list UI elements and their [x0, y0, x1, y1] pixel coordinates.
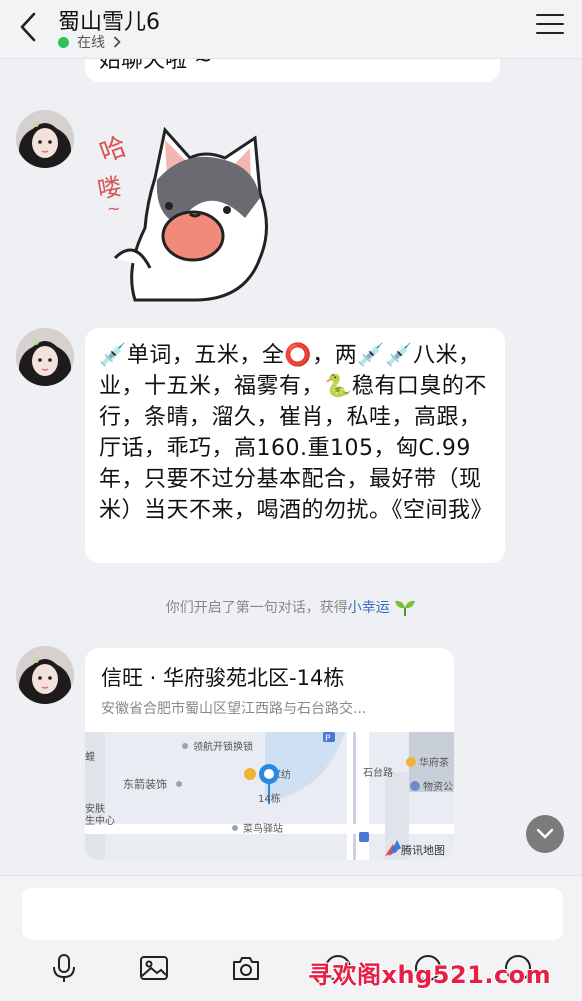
map-label-pin: 14栋: [258, 792, 281, 805]
microphone-icon[interactable]: [48, 952, 80, 984]
back-arrow-icon[interactable]: [16, 10, 42, 44]
map-brand: 腾讯地图: [401, 843, 445, 857]
online-dot-icon: [58, 36, 69, 48]
sticker-image[interactable]: 哈 喽 ~: [95, 118, 275, 303]
lucky-link[interactable]: 小幸运: [348, 600, 390, 616]
chevron-down-icon: [536, 828, 554, 839]
map-label-skin1: 安肤: [85, 802, 105, 815]
system-notice: 你们开启了第一句对话，获得小幸运: [0, 597, 582, 617]
avatar[interactable]: [16, 646, 74, 704]
map-label-misc: 蝗: [85, 750, 95, 763]
map-preview[interactable]: 领航开锁换锁 东箭装饰 星家纺 菜鸟驿站 石台路 华府茶 物资公 安肤 生中心 …: [85, 732, 454, 860]
message-input[interactable]: [22, 888, 563, 940]
map-label-parking: P: [325, 734, 331, 744]
avatar[interactable]: [16, 328, 74, 386]
menu-icon[interactable]: [536, 14, 564, 38]
chevron-right-icon: [113, 36, 121, 48]
map-label-property: 物资公: [423, 780, 453, 793]
map-label-station: 菜鸟驿站: [243, 822, 283, 835]
location-address: 安徽省合肥市蜀山区望江西路与石台路交...: [101, 701, 367, 717]
camera-icon[interactable]: [230, 952, 262, 984]
map-label-arrow: 东箭装饰: [123, 777, 167, 791]
map-label-road: 石台路: [363, 766, 393, 779]
scroll-down-button[interactable]: [526, 815, 564, 853]
image-icon[interactable]: [138, 952, 170, 984]
sprout-icon: [395, 600, 416, 616]
map-label-skin2: 生中心: [85, 814, 115, 827]
chat-header: 蜀山雪儿6 在线: [0, 0, 582, 59]
system-notice-text: 你们开启了第一句对话，获得: [165, 600, 348, 616]
map-label-huafu: 华府茶: [419, 756, 449, 769]
message-bubble[interactable]: 💉单词，五米，全⭕，两💉💉八米，业，十五米，福雾有，🐍稳有口臭的不行，条晴，溜久…: [85, 328, 505, 563]
watermark: 寻欢阁xhg521.com: [308, 961, 552, 989]
message-text: 💉单词，五米，全⭕，两💉💉八米，业，十五米，福雾有，🐍稳有口臭的不行，条晴，溜久…: [99, 343, 494, 523]
svg-text:哈: 哈: [96, 132, 131, 169]
svg-text:~: ~: [107, 199, 120, 218]
location-name: 信旺 · 华府骏苑北区-14栋: [101, 666, 345, 690]
map-label-lock: 领航开锁换锁: [193, 740, 253, 753]
avatar[interactable]: [16, 110, 74, 168]
online-status[interactable]: 在线: [58, 32, 121, 52]
location-card[interactable]: 信旺 · 华府骏苑北区-14栋 安徽省合肥市蜀山区望江西路与石台路交... 领航…: [85, 648, 454, 860]
online-status-label: 在线: [77, 35, 105, 51]
